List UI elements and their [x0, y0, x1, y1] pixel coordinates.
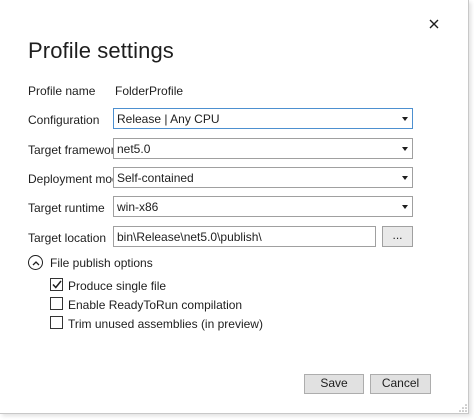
- chevron-down-icon: [402, 147, 408, 151]
- deployment-mode-label: Deployment mode: [28, 172, 126, 186]
- configuration-select-value: Release | Any CPU: [117, 112, 220, 126]
- checkmark-icon: [51, 280, 62, 289]
- produce-single-file-checkbox[interactable]: [50, 278, 63, 291]
- profile-settings-dialog: Profile settings Profile name FolderProf…: [0, 0, 469, 414]
- deployment-mode-select[interactable]: Self-contained: [113, 167, 413, 188]
- target-framework-select[interactable]: net5.0: [113, 138, 413, 159]
- configuration-label: Configuration: [28, 113, 100, 127]
- cancel-button[interactable]: Cancel: [370, 374, 431, 394]
- target-framework-label: Target framework: [28, 143, 121, 157]
- chevron-down-icon: [402, 205, 408, 209]
- file-publish-options-label: File publish options: [50, 256, 153, 270]
- target-runtime-select-value: win-x86: [117, 200, 159, 214]
- chevron-down-icon: [402, 117, 408, 121]
- chevron-down-icon: [402, 176, 408, 180]
- target-runtime-select[interactable]: win-x86: [113, 196, 413, 217]
- browse-button[interactable]: ...: [382, 226, 413, 247]
- enable-readytorun-checkbox[interactable]: [50, 297, 63, 310]
- target-runtime-label: Target runtime: [28, 201, 105, 215]
- chevron-up-icon: [32, 260, 39, 265]
- produce-single-file-label: Produce single file: [68, 279, 167, 293]
- dialog-title: Profile settings: [28, 38, 174, 63]
- profile-name-label: Profile name: [28, 84, 96, 98]
- enable-readytorun-label: Enable ReadyToRun compilation: [68, 298, 243, 312]
- target-location-label: Target location: [28, 231, 107, 245]
- close-button[interactable]: [424, 14, 444, 34]
- target-location-input[interactable]: [113, 226, 376, 247]
- save-button[interactable]: Save: [304, 374, 364, 394]
- configuration-select[interactable]: Release | Any CPU: [113, 108, 413, 129]
- trim-unused-assemblies-label: Trim unused assemblies (in preview): [68, 317, 263, 331]
- resize-grip-icon[interactable]: [458, 403, 468, 413]
- trim-unused-assemblies-checkbox[interactable]: [50, 316, 63, 329]
- file-publish-options-expander[interactable]: [28, 255, 43, 270]
- target-framework-select-value: net5.0: [117, 142, 151, 156]
- deployment-mode-select-value: Self-contained: [117, 171, 194, 185]
- close-icon: [429, 19, 439, 29]
- profile-name-value: FolderProfile: [115, 84, 184, 98]
